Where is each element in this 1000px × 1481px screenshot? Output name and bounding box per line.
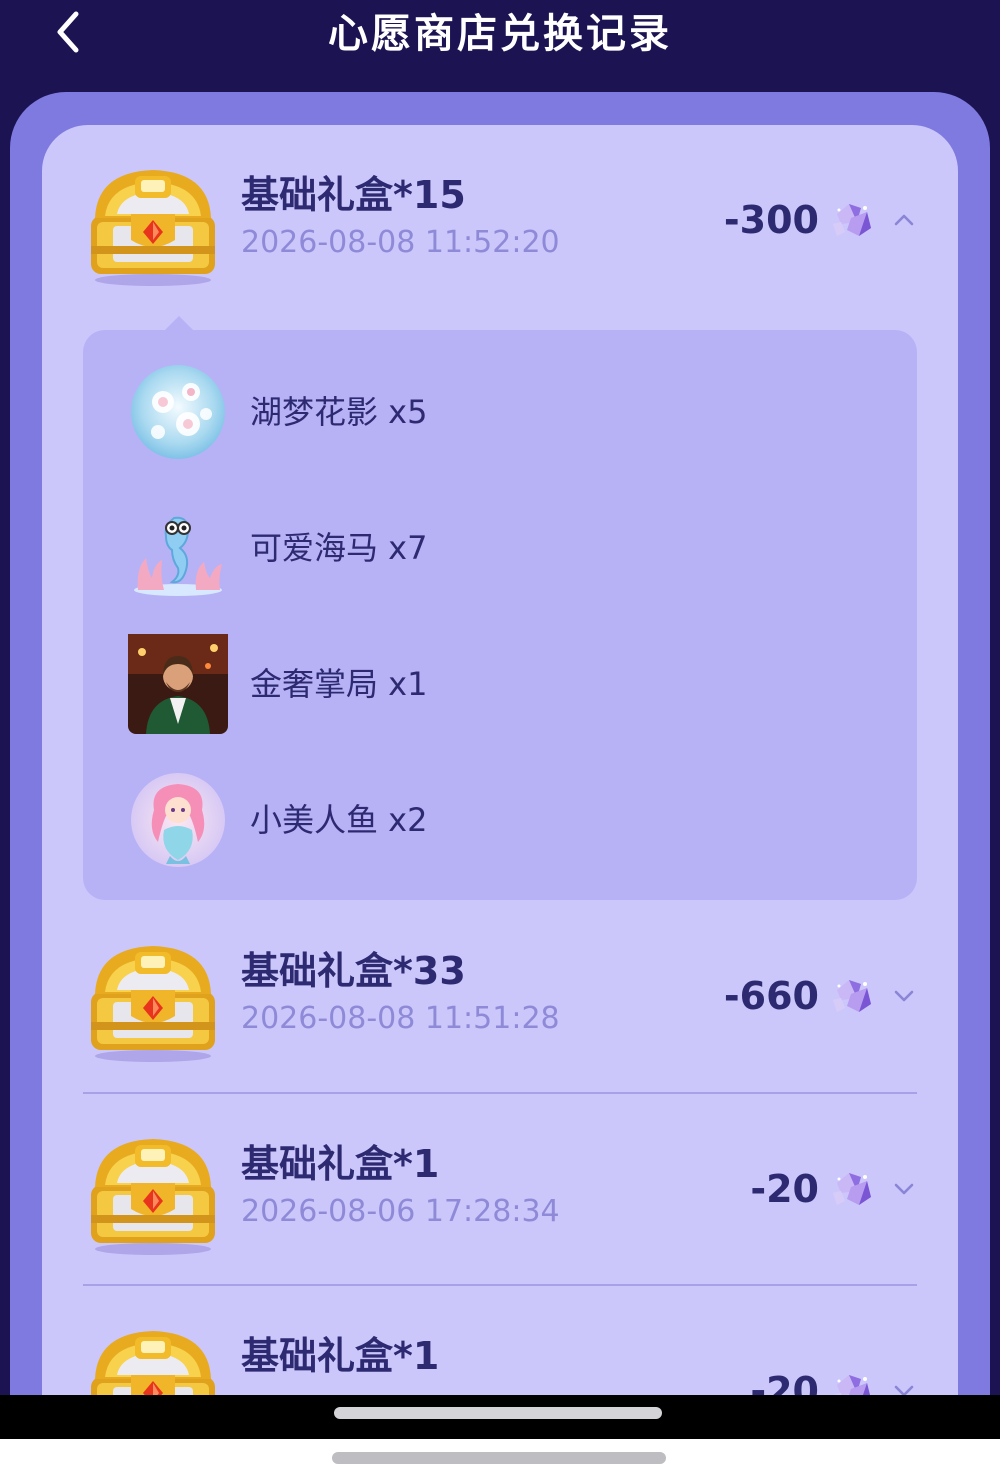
gem-icon — [829, 976, 875, 1016]
gift-label: 小美人鱼 x2 — [250, 801, 428, 839]
header-bar: 心愿商店兑换记录 — [0, 0, 1000, 92]
record-name: 基础礼盒*1 — [241, 1142, 440, 1186]
gift-label: 金奢掌局 x1 — [250, 665, 428, 703]
gem-icon — [829, 200, 875, 240]
treasure-chest-icon — [83, 162, 223, 288]
gift-label: 可爱海马 x7 — [250, 529, 428, 567]
treasure-chest-icon — [83, 1323, 223, 1395]
gem-icon — [829, 1169, 875, 1209]
gift-label: 湖梦花影 x5 — [250, 393, 428, 431]
chevron-down-icon[interactable] — [891, 1378, 917, 1395]
gift-item: 金奢掌局 x1 — [128, 634, 828, 734]
record-price: -660 — [723, 974, 819, 1018]
record-name: 基础礼盒*15 — [241, 173, 466, 217]
record-time: 2026-08-08 11:52:20 — [241, 225, 560, 260]
record-price-group: -660 — [724, 968, 917, 1024]
record-name: 基础礼盒*33 — [241, 949, 466, 993]
record-row[interactable]: 基础礼盒*1 2026-08-06 17:28:34 -20 — [83, 1131, 917, 1281]
app-screen: 心愿商店兑换记录 基础礼盒*15 2026-08-08 11:52:20 -30… — [0, 0, 1000, 1395]
record-price: -300 — [723, 198, 819, 242]
gem-icon — [829, 1371, 875, 1395]
flower-bubble-icon — [128, 362, 228, 462]
gift-detail-panel: 湖梦花影 x5 可爱海马 x7 金奢掌局 x1 小美人鱼 x2 — [83, 316, 917, 900]
gift-item: 小美人鱼 x2 — [128, 770, 828, 870]
record-price-group: -20 — [750, 1161, 917, 1217]
detail-caret — [165, 316, 193, 330]
record-row[interactable]: 基础礼盒*33 2026-08-08 11:51:28 -660 — [83, 938, 917, 1088]
seahorse-icon — [128, 498, 228, 598]
treasure-chest-icon — [83, 938, 223, 1064]
record-price: -20 — [750, 1369, 819, 1395]
page-title: 心愿商店兑换记录 — [328, 11, 672, 57]
chevron-up-icon[interactable] — [891, 207, 917, 233]
record-price: -20 — [750, 1167, 819, 1211]
gift-item: 湖梦花影 x5 — [128, 362, 828, 462]
treasure-chest-icon — [83, 1131, 223, 1257]
home-indicator[interactable] — [332, 1452, 666, 1464]
home-indicator[interactable] — [334, 1407, 662, 1419]
divider — [83, 1284, 917, 1286]
record-time: 2026-08-06 17:28:34 — [241, 1194, 560, 1229]
chevron-down-icon[interactable] — [891, 1176, 917, 1202]
mermaid-icon — [128, 770, 228, 870]
record-row[interactable]: 基础礼盒*1 -20 — [83, 1323, 917, 1395]
divider — [83, 1092, 917, 1094]
chevron-down-icon[interactable] — [891, 983, 917, 1009]
record-time: 2026-08-08 11:51:28 — [241, 1001, 560, 1036]
record-row[interactable]: 基础礼盒*15 2026-08-08 11:52:20 -300 — [83, 162, 917, 312]
record-name: 基础礼盒*1 — [241, 1334, 440, 1378]
gift-item: 可爱海马 x7 — [128, 498, 828, 598]
tuxedo-man-icon — [128, 634, 228, 734]
record-price-group: -300 — [724, 192, 917, 248]
record-price-group: -20 — [750, 1363, 917, 1395]
